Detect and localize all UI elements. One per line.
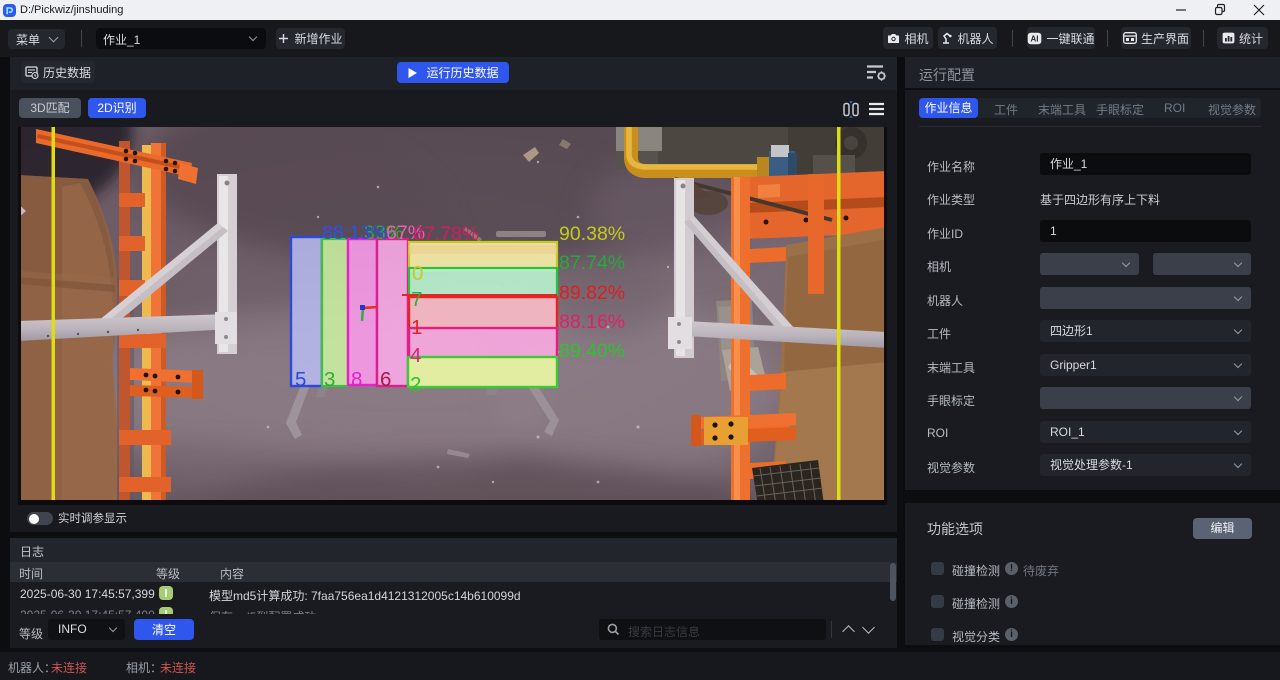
svg-text:AI: AI xyxy=(1031,34,1039,43)
svg-text:2: 2 xyxy=(410,373,421,396)
svg-text:8: 8 xyxy=(351,368,362,391)
svg-text:1: 1 xyxy=(411,316,422,339)
svg-text:90.38%: 90.38% xyxy=(559,223,625,245)
svg-text:5: 5 xyxy=(295,368,306,391)
svg-text:89.82%: 89.82% xyxy=(559,282,625,304)
svg-text:88.16%: 88.16% xyxy=(559,311,625,333)
svg-text:89.40%: 89.40% xyxy=(559,340,625,362)
svg-text:7: 7 xyxy=(411,288,422,311)
svg-text:6: 6 xyxy=(380,368,391,391)
svg-text:88.13%: 88.13% xyxy=(322,222,388,244)
svg-text:87.74%: 87.74% xyxy=(559,252,625,274)
svg-text:3: 3 xyxy=(324,368,335,391)
svg-text:4: 4 xyxy=(410,344,421,367)
svg-text:0: 0 xyxy=(412,262,423,285)
svg-text:87.78%: 87.78% xyxy=(413,223,479,245)
